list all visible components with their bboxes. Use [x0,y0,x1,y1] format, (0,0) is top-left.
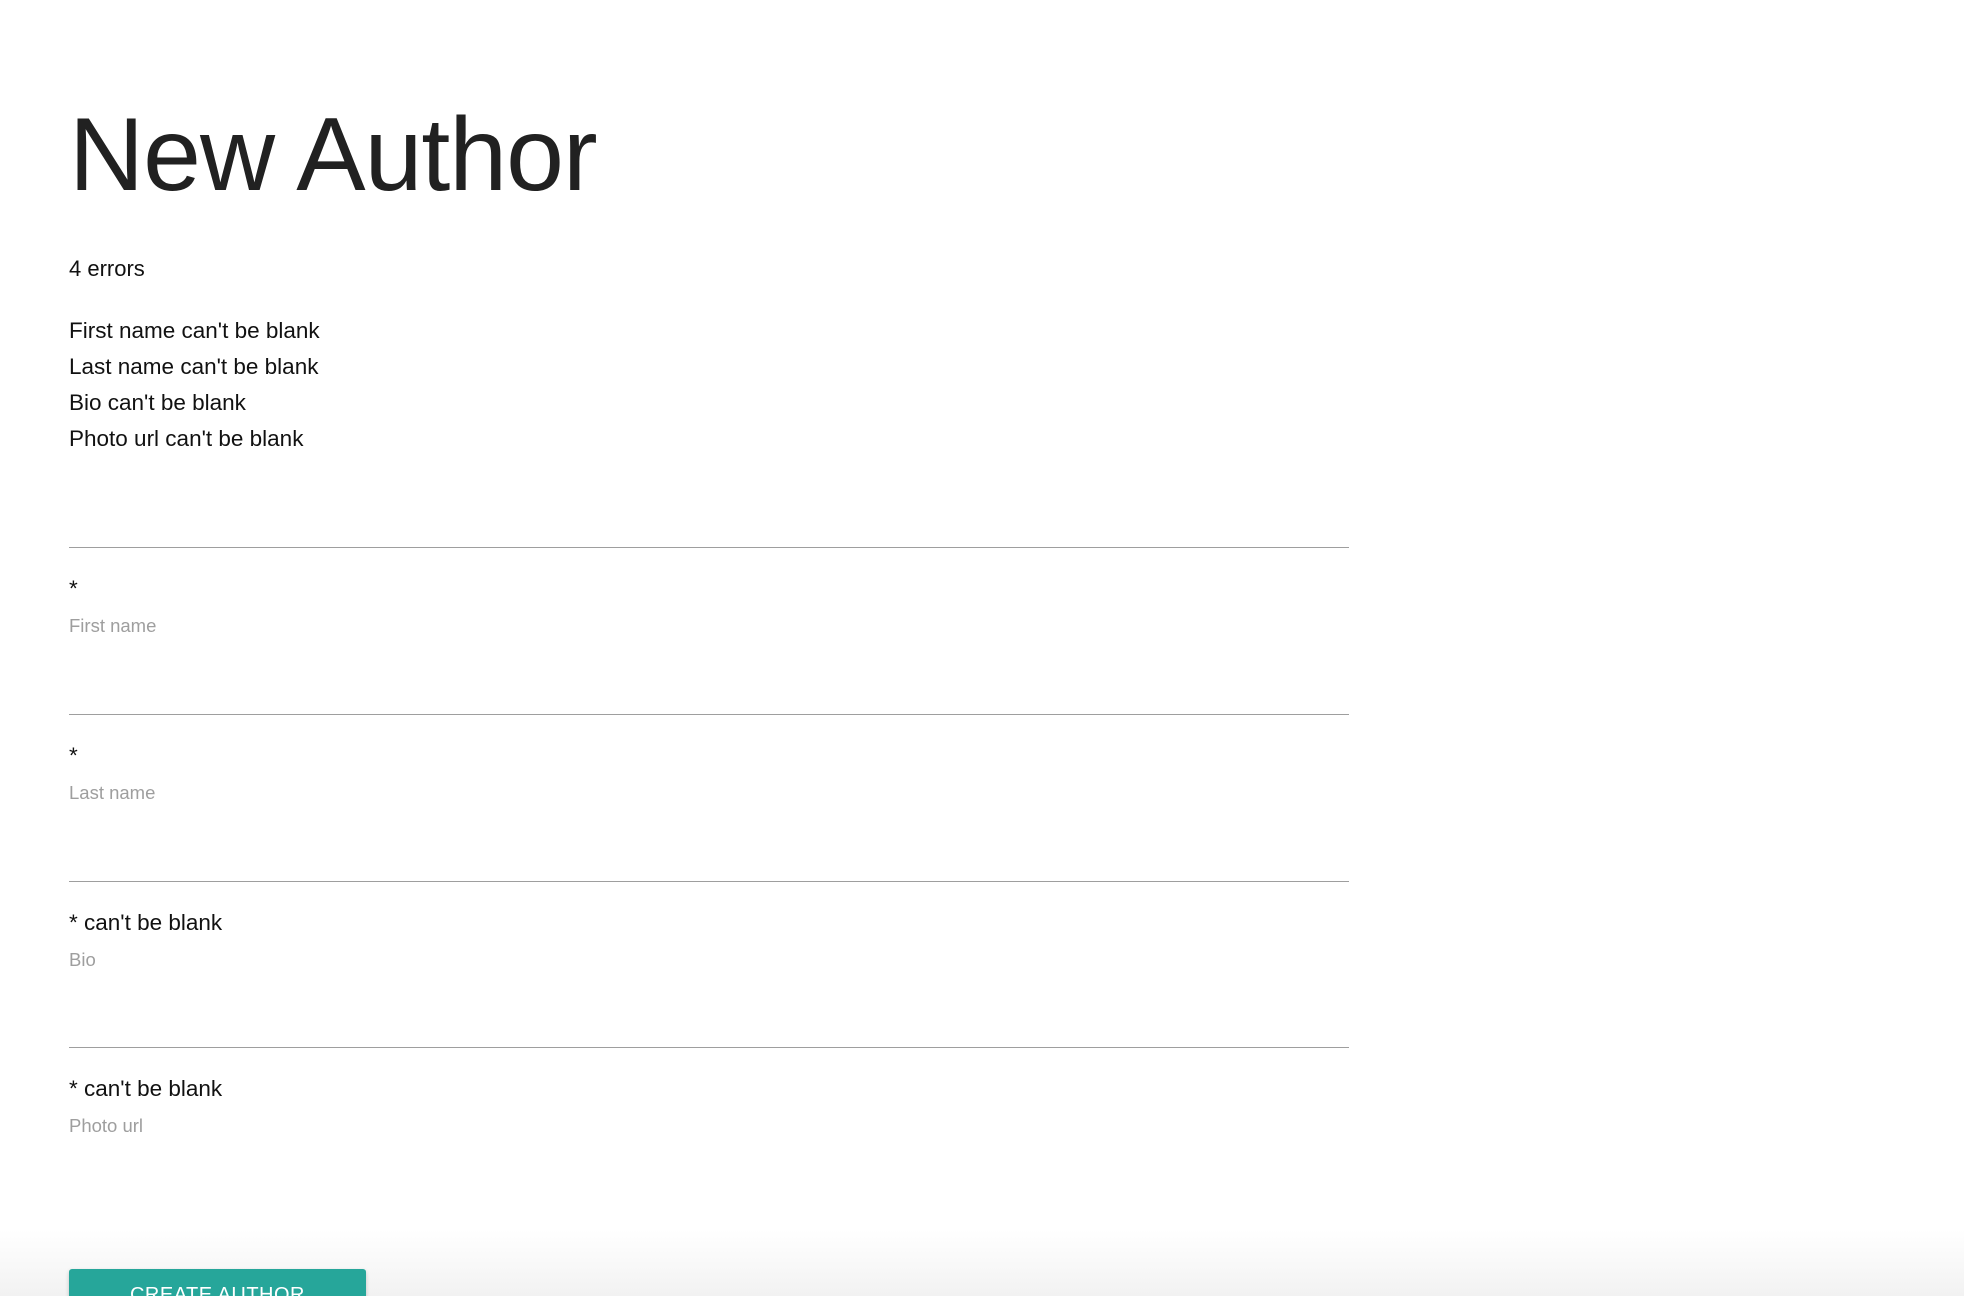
photo-url-helper: * can't be blank [69,1076,223,1101]
photo-url-field: * can't be blank Photo url [69,1000,1349,1166]
error-message: Photo url can't be blank [69,426,304,451]
bio-helper: * can't be blank [69,910,223,935]
first-name-field: * First name [69,500,1349,666]
bio-input[interactable] [69,834,1349,882]
last-name-input[interactable] [69,667,1349,715]
create-author-button[interactable]: Create Author [69,1269,366,1296]
last-name-helper: * [69,743,78,768]
photo-url-label: Photo url [69,1115,144,1136]
error-count: 4 errors [69,256,145,281]
first-name-input[interactable] [69,500,1349,548]
error-message: First name can't be blank [69,318,320,343]
bio-label: Bio [69,949,96,970]
page: New Author 4 errors First name can't be … [0,0,1964,1296]
first-name-helper: * [69,576,78,601]
first-name-label: First name [69,615,157,636]
page-title: New Author [69,97,598,213]
error-message: Last name can't be blank [69,354,319,379]
error-list: First name can't be blank Last name can'… [69,313,320,457]
last-name-field: * Last name [69,667,1349,833]
last-name-label: Last name [69,782,156,803]
bio-field: * can't be blank Bio [69,834,1349,1000]
photo-url-input[interactable] [69,1000,1349,1048]
error-message: Bio can't be blank [69,390,246,415]
